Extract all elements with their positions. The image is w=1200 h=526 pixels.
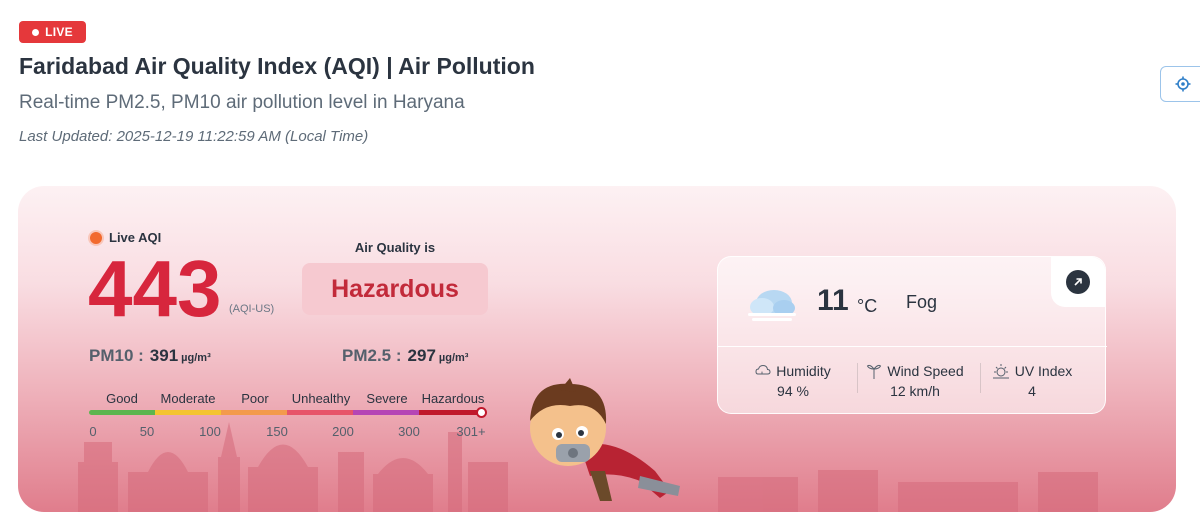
scale-label-severe: Severe [366, 391, 408, 406]
live-badge: LIVE [19, 21, 86, 43]
aqi-scale-marker [476, 407, 487, 418]
uv-index-value: 4 [1028, 383, 1036, 399]
scale-tick: 100 [199, 424, 221, 439]
weather-divider [718, 346, 1107, 347]
locate-button[interactable] [1160, 66, 1200, 102]
crosshair-icon [1175, 76, 1191, 92]
scale-label-unhealthy: Unhealthy [291, 391, 351, 406]
wind-speed-metric: Wind Speed 12 km/h [855, 363, 975, 399]
scale-tick: 301+ [456, 424, 486, 439]
scale-segment-moderate [155, 410, 221, 415]
last-updated: Last Updated: 2025-12-19 11:22:59 AM (Lo… [19, 128, 369, 145]
weather-condition: Fog [906, 292, 938, 312]
humidity-metric: Humidity 94 % [733, 363, 853, 399]
scale-label-poor: Poor [241, 391, 269, 406]
pm10-reading: PM10 : 391 µg/m³ [89, 346, 211, 366]
scale-label-moderate: Moderate [160, 391, 216, 406]
scale-tick: 200 [332, 424, 354, 439]
scale-segment-good [89, 410, 155, 415]
pm10-label: PM10 : [89, 346, 144, 365]
page-title: Faridabad Air Quality Index (AQI) | Air … [19, 53, 535, 79]
pm25-unit: µg/m³ [438, 352, 469, 364]
live-indicator-icon [90, 231, 102, 244]
fog-cloud-icon [748, 290, 796, 321]
scale-segment-severe [353, 410, 419, 415]
aqi-value: 443 [88, 244, 222, 333]
temperature-unit: °C [857, 296, 878, 316]
weather-details-button[interactable] [1051, 257, 1105, 307]
pm10-unit: µg/m³ [181, 352, 211, 364]
scale-label-hazardous: Hazardous [421, 391, 485, 406]
pm25-reading: PM2.5 : 297 µg/m³ [342, 346, 468, 366]
scale-segment-poor [221, 410, 287, 415]
scale-tick: 150 [266, 424, 288, 439]
live-badge-label: LIVE [45, 25, 73, 39]
mascot-illustration [530, 378, 680, 501]
pm10-value: 391 [149, 346, 179, 365]
scale-tick: 300 [398, 424, 420, 439]
scale-tick: 0 [89, 424, 97, 439]
arrow-up-right-icon [1066, 270, 1090, 294]
live-aqi-text: Live AQI [109, 230, 162, 245]
aqi-scale-bar [89, 410, 485, 415]
live-aqi-label: Live AQI [90, 230, 161, 245]
aqi-status-badge: Hazardous [302, 263, 488, 315]
pm25-label: PM2.5 : [342, 346, 402, 365]
wind-speed-value: 12 km/h [890, 383, 940, 399]
pm25-value: 297 [407, 346, 436, 365]
aqi-hero-card: Live AQI 443 (AQI-US) Air Quality is Haz… [18, 186, 1176, 512]
scale-segment-unhealthy [287, 410, 353, 415]
air-quality-label: Air Quality is [354, 240, 436, 255]
sun-icon [992, 364, 1009, 379]
temperature-value: 11 [817, 284, 849, 317]
humidity-label: Humidity [776, 363, 831, 379]
aqi-unit: (AQI-US) [229, 303, 275, 315]
scale-label-good: Good [106, 391, 138, 406]
uv-index-metric: UV Index 4 [972, 363, 1092, 399]
weather-card: 11 °C Fog Humidity 94 % Wind Speed 12 km… [717, 256, 1107, 414]
page-subtitle: Real-time PM2.5, PM10 air pollution leve… [19, 92, 465, 113]
live-dot-icon [32, 28, 40, 36]
humidity-icon [755, 364, 771, 375]
wind-icon [867, 364, 882, 379]
wind-speed-label: Wind Speed [887, 363, 964, 379]
aqi-status-text: Hazardous [331, 274, 459, 303]
humidity-value: 94 % [777, 383, 809, 399]
uv-index-label: UV Index [1014, 363, 1073, 379]
scale-tick: 50 [139, 424, 155, 439]
